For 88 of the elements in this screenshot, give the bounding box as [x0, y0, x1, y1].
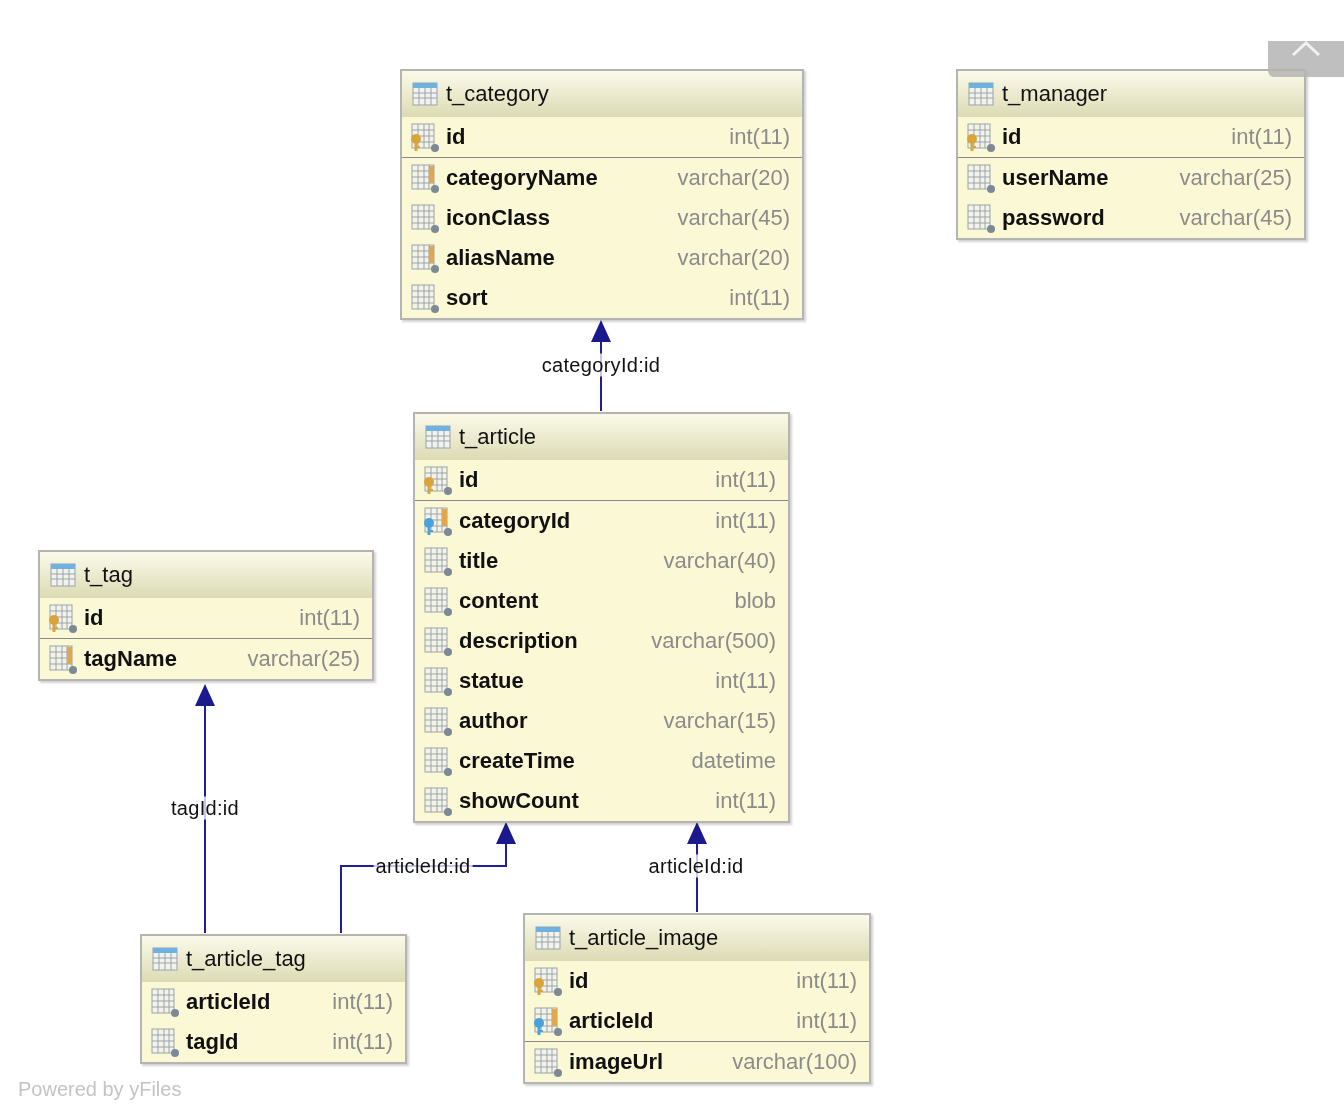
column-name: statue: [459, 668, 525, 694]
column-type: varchar(15): [663, 708, 776, 734]
column-icon: [423, 626, 453, 656]
column-icon: [410, 203, 440, 233]
column-type: varchar(100): [732, 1049, 857, 1075]
column-name: tagId: [186, 1029, 240, 1055]
column-name: aliasName: [446, 245, 556, 271]
relation-label: tagId:id: [169, 796, 241, 820]
table-icon: [412, 82, 438, 106]
table-name: t_tag: [84, 562, 133, 588]
column-name: articleId: [569, 1008, 655, 1034]
primary-key-icon: [966, 122, 996, 152]
column-icon: [423, 746, 453, 776]
table-name: t_manager: [1002, 81, 1108, 107]
column-name: id: [459, 467, 480, 493]
primary-key-icon: [48, 603, 78, 633]
column-type: int(11): [715, 467, 776, 493]
column-type: int(11): [299, 605, 360, 631]
foreign-key-icon: [533, 1006, 563, 1036]
foreign-key-icon: [423, 506, 453, 536]
table-icon: [50, 563, 76, 587]
column-name: author: [459, 708, 529, 734]
table-name: t_category: [446, 81, 549, 107]
column-icon: [966, 203, 996, 233]
column-icon: [423, 586, 453, 616]
column-name: tagName: [84, 646, 178, 672]
table-name: t_article_image: [569, 925, 719, 951]
table-icon: [425, 425, 451, 449]
column-icon: [410, 283, 440, 313]
column-name: createTime: [459, 748, 576, 774]
table-icon: [968, 82, 994, 106]
column-name: sort: [446, 285, 489, 311]
column-type: blob: [734, 588, 776, 614]
footer-credit: Powered by yFiles: [18, 1078, 182, 1101]
indexed-column-icon: [410, 163, 440, 193]
column-name: userName: [1002, 165, 1110, 191]
column-name: imageUrl: [569, 1049, 665, 1075]
column-type: int(11): [332, 1029, 393, 1055]
scroll-up-button[interactable]: [1268, 41, 1344, 77]
column-icon: [966, 163, 996, 193]
column-type: varchar(25): [1179, 165, 1292, 191]
column-type: varchar(45): [1179, 205, 1292, 231]
column-name: id: [1002, 124, 1023, 150]
column-name: id: [446, 124, 467, 150]
column-icon: [423, 666, 453, 696]
column-type: varchar(45): [677, 205, 790, 231]
column-type: int(11): [729, 124, 790, 150]
column-type: varchar(500): [651, 628, 776, 654]
column-name: content: [459, 588, 540, 614]
column-name: password: [1002, 205, 1106, 231]
column-icon: [423, 546, 453, 576]
column-type: datetime: [691, 748, 776, 774]
column-name: showCount: [459, 788, 580, 814]
table-name: t_article: [459, 424, 537, 450]
column-type: varchar(20): [677, 245, 790, 271]
table-icon: [152, 947, 178, 971]
column-name: description: [459, 628, 579, 654]
column-name: categoryName: [446, 165, 599, 191]
column-name: categoryId: [459, 508, 572, 534]
column-name: iconClass: [446, 205, 551, 231]
column-icon: [150, 1027, 180, 1057]
primary-key-icon: [533, 966, 563, 996]
column-icon: [533, 1047, 563, 1077]
column-type: varchar(20): [677, 165, 790, 191]
column-type: int(11): [715, 788, 776, 814]
table-icon: [535, 926, 561, 950]
column-icon: [150, 987, 180, 1017]
indexed-column-icon: [48, 644, 78, 674]
primary-key-icon: [410, 122, 440, 152]
column-type: int(11): [729, 285, 790, 311]
primary-key-icon: [423, 465, 453, 495]
column-type: int(11): [796, 1008, 857, 1034]
table-name: t_article_tag: [186, 946, 306, 972]
column-name: id: [84, 605, 105, 631]
column-type: int(11): [715, 668, 776, 694]
column-type: varchar(40): [663, 548, 776, 574]
column-icon: [423, 706, 453, 736]
column-type: int(11): [1231, 124, 1292, 150]
column-type: int(11): [715, 508, 776, 534]
column-type: int(11): [796, 968, 857, 994]
column-type: int(11): [332, 989, 393, 1015]
column-name: id: [569, 968, 590, 994]
column-icon: [423, 786, 453, 816]
indexed-column-icon: [410, 243, 440, 273]
column-name: articleId: [186, 989, 272, 1015]
column-name: title: [459, 548, 500, 574]
column-type: varchar(25): [247, 646, 360, 672]
chevron-up-icon: [1291, 41, 1321, 57]
